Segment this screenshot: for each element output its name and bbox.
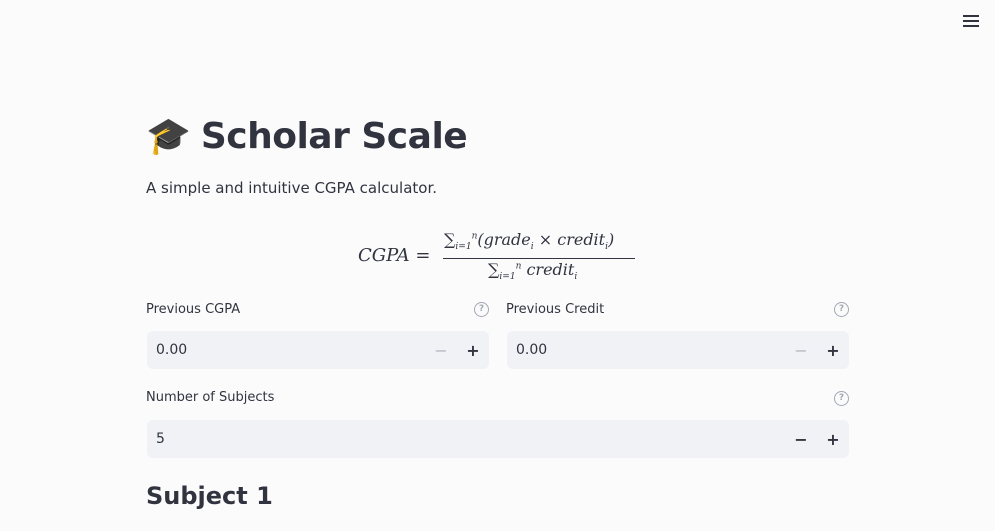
subject-1-header: Subject 1 (146, 482, 273, 510)
previous-credit-input: − + (507, 331, 849, 369)
cgpa-formula: CGPA = ∑i=1n(gradei × crediti) ∑i=1n cre… (356, 228, 646, 288)
formula-numerator: ∑i=1n(gradei × crediti) (444, 230, 615, 253)
app-title: Scholar Scale (200, 116, 468, 157)
number-of-subjects-field[interactable] (147, 430, 785, 448)
number-of-subjects-decrement-button[interactable]: − (785, 420, 817, 458)
previous-cgpa-input: − + (147, 331, 489, 369)
question-circle-icon[interactable]: ? (834, 391, 849, 406)
app-subtitle: A simple and intuitive CGPA calculator. (146, 179, 437, 197)
page-title: 🎓 Scholar Scale (146, 112, 468, 162)
formula-fraction-bar (443, 258, 635, 259)
formula-denominator: ∑i=1n crediti (488, 260, 578, 283)
menu-line (963, 20, 979, 22)
previous-cgpa-field[interactable] (147, 341, 425, 359)
number-of-subjects-increment-button[interactable]: + (817, 420, 849, 458)
formula-lhs: CGPA = (358, 245, 431, 266)
number-of-subjects-label: Number of Subjects (146, 390, 275, 405)
question-circle-icon[interactable]: ? (474, 302, 489, 317)
hamburger-menu-icon[interactable] (958, 11, 984, 31)
previous-cgpa-increment-button[interactable]: + (457, 331, 489, 369)
question-circle-icon[interactable]: ? (834, 302, 849, 317)
previous-cgpa-label: Previous CGPA (146, 302, 241, 317)
previous-credit-label: Previous Credit (506, 302, 605, 317)
previous-credit-increment-button[interactable]: + (817, 331, 849, 369)
menu-line (963, 15, 979, 17)
menu-line (963, 25, 979, 27)
number-of-subjects-input: − + (147, 420, 849, 458)
previous-credit-field[interactable] (507, 341, 785, 359)
previous-credit-decrement-button[interactable]: − (785, 331, 817, 369)
graduation-cap-icon: 🎓 (146, 116, 191, 157)
previous-cgpa-decrement-button[interactable]: − (425, 331, 457, 369)
